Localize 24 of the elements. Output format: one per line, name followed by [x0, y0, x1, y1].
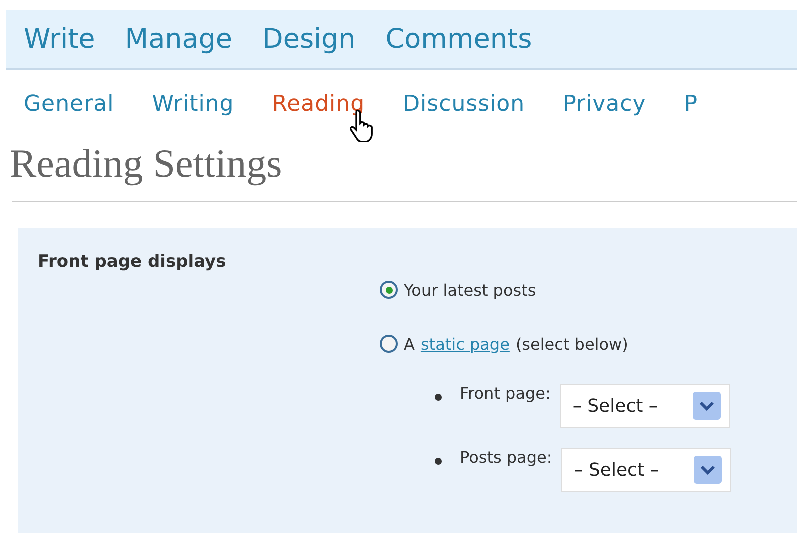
radio-button[interactable] — [380, 335, 398, 353]
main-nav-link[interactable]: Comments — [386, 24, 532, 54]
settings-tab[interactable]: P — [684, 92, 698, 132]
radio-label: (select below) — [516, 334, 628, 354]
settings-tab[interactable]: General — [24, 92, 114, 132]
settings-tab[interactable]: Discussion — [403, 92, 526, 132]
bullet-icon — [435, 458, 442, 465]
settings-tab[interactable]: Privacy — [563, 92, 646, 132]
radio-button[interactable] — [380, 281, 398, 299]
main-nav-link[interactable]: Manage — [125, 24, 233, 54]
page-dropdown[interactable]: – Select – — [560, 384, 730, 428]
page-dropdown[interactable]: – Select – — [561, 448, 732, 492]
settings-tab[interactable]: Reading — [272, 92, 366, 132]
static-page-link[interactable]: static page — [420, 334, 510, 354]
bullet-icon — [435, 394, 442, 401]
select-label: Posts page: — [460, 447, 552, 467]
radio-label: A — [404, 334, 415, 354]
settings-tab[interactable]: Writing — [152, 92, 234, 132]
select-label: Front page: — [460, 383, 551, 403]
main-nav-link[interactable]: Design — [262, 24, 356, 54]
page-heading: Reading Settings — [9, 140, 282, 187]
radio-label: Your latest posts — [404, 280, 536, 300]
field-label: Front page displays — [38, 252, 228, 274]
main-nav-link[interactable]: Write — [24, 24, 96, 54]
